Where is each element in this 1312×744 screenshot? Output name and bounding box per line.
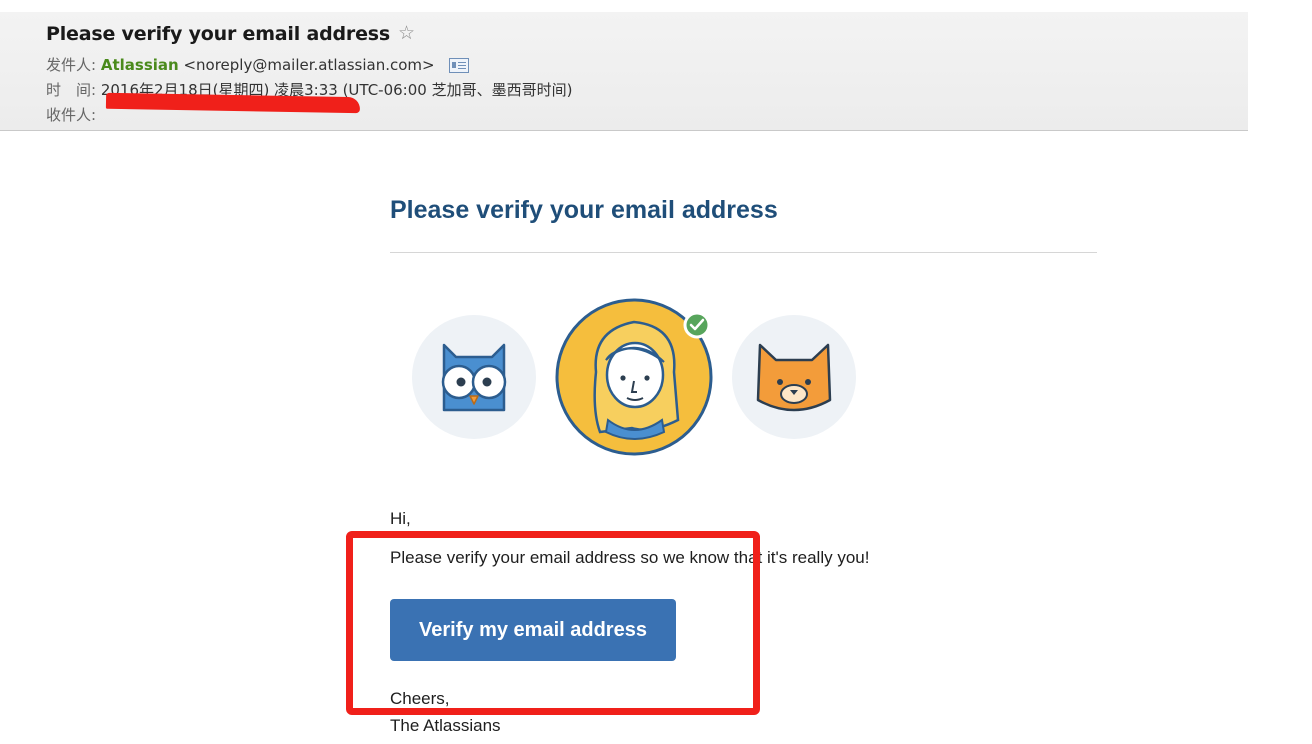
signature: The Atlassians [390,716,501,735]
sender-name[interactable]: Atlassian [101,56,179,74]
message: Please verify your email address so we k… [390,548,870,567]
verify-email-button[interactable]: Verify my email address [390,599,676,661]
greeting: Hi, [390,509,411,528]
from-label: 发件人: [46,56,97,74]
to-label: 收件人: [46,106,97,124]
mail-header: Please verify your email address ☆ 发件人: … [0,12,1248,131]
star-icon[interactable]: ☆ [398,22,415,45]
subject-row: Please verify your email address ☆ [46,22,415,45]
mail-subject: Please verify your email address [46,22,390,45]
person-avatar [555,298,713,456]
time-label: 时 间: [46,81,97,99]
check-icon [683,311,711,339]
divider [390,252,1097,253]
owl-avatar [412,315,536,439]
to-row: 收件人: [46,104,96,125]
signoff: Cheers, [390,689,450,708]
from-row: 发件人: Atlassian <noreply@mailer.atlassian… [46,54,470,75]
cat-avatar [732,315,856,439]
sender-email[interactable]: <noreply@mailer.atlassian.com> [183,56,434,74]
contact-card-icon[interactable] [449,58,470,73]
email-title: Please verify your email address [390,196,778,224]
